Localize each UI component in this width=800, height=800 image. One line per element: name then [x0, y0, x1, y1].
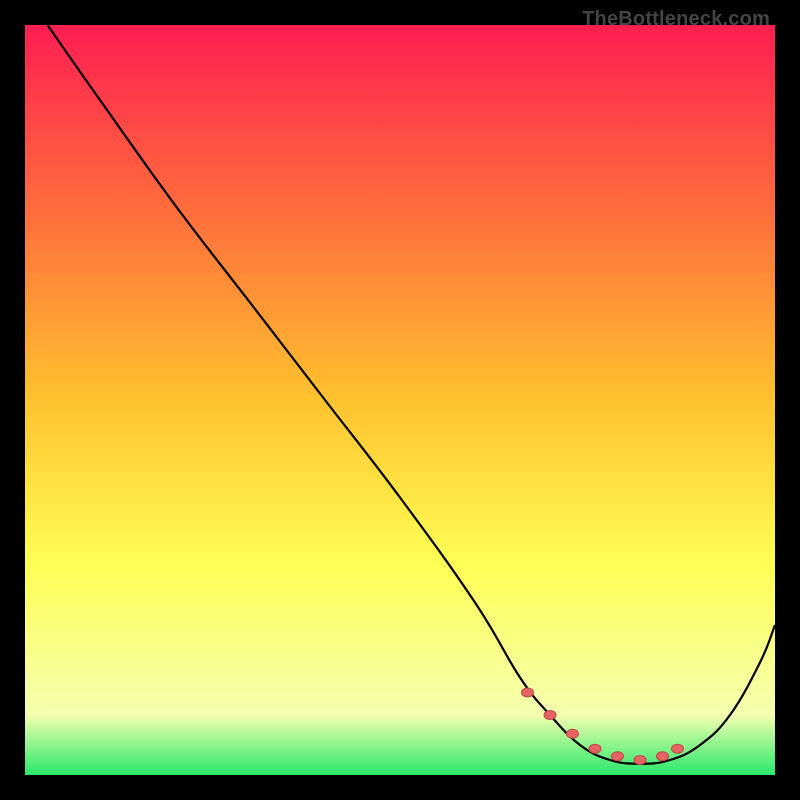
sweet-spot-marker: [589, 744, 601, 753]
sweet-spot-marker: [612, 752, 624, 761]
plot-area: [25, 25, 775, 775]
sweet-spot-marker: [672, 744, 684, 753]
sweet-spot-marker: [634, 756, 646, 765]
bottleneck-curve: [48, 25, 776, 764]
chart-frame: TheBottleneck.com: [0, 0, 800, 800]
sweet-spot-markers: [522, 688, 684, 765]
sweet-spot-marker: [567, 729, 579, 738]
sweet-spot-marker: [522, 688, 534, 697]
sweet-spot-marker: [544, 711, 556, 720]
curve-layer: [25, 25, 775, 775]
sweet-spot-marker: [657, 752, 669, 761]
